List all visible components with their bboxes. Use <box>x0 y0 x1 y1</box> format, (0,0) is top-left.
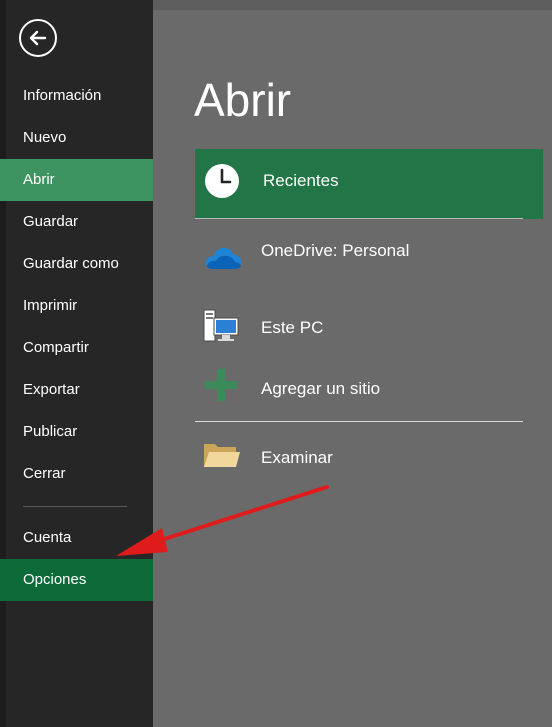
annotation-arrow <box>116 485 329 556</box>
